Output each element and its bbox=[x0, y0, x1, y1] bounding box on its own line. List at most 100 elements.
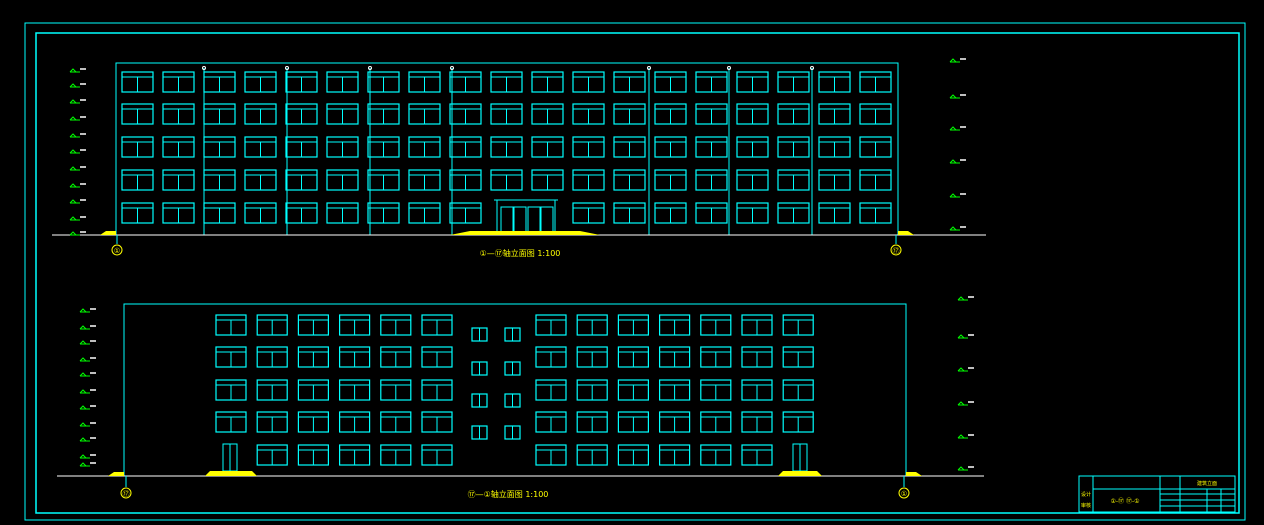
level-mark bbox=[69, 83, 86, 88]
bottom-stair-window bbox=[471, 393, 488, 408]
top-elevation-title: ①—⑰轴立面图 1:100 bbox=[480, 248, 561, 258]
top-window bbox=[736, 71, 769, 93]
level-mark bbox=[69, 68, 86, 73]
top-window bbox=[203, 202, 236, 224]
bottom-window bbox=[380, 444, 412, 466]
top-axis-right-label: ⑰ bbox=[893, 247, 900, 255]
bottom-window bbox=[256, 444, 288, 466]
top-window bbox=[408, 136, 441, 158]
bottom-window bbox=[617, 379, 650, 401]
bottom-window bbox=[339, 411, 371, 433]
top-window bbox=[121, 71, 154, 93]
top-ramp-left bbox=[100, 231, 116, 235]
top-window bbox=[777, 169, 810, 191]
top-window bbox=[777, 202, 810, 224]
bottom-window bbox=[741, 411, 773, 433]
bottom-window bbox=[297, 444, 329, 466]
top-window bbox=[736, 103, 769, 125]
bottom-window bbox=[339, 444, 371, 466]
top-window bbox=[285, 71, 318, 93]
top-window bbox=[408, 169, 441, 191]
top-window bbox=[326, 71, 359, 93]
top-window bbox=[859, 71, 892, 93]
top-window bbox=[859, 136, 892, 158]
bottom-window bbox=[700, 411, 732, 433]
top-window bbox=[613, 136, 646, 158]
top-window bbox=[490, 71, 523, 93]
cad-drawing-canvas: ① ⑰ ①—⑰轴立面图 1:100 ⑰ ① ⑰—①轴立面图 1:100 建筑立面… bbox=[24, 22, 1246, 521]
bottom-ramp-left bbox=[108, 472, 124, 476]
bottom-window bbox=[576, 444, 608, 466]
level-mark bbox=[69, 166, 86, 171]
bottom-window bbox=[576, 379, 608, 401]
bottom-stair-window bbox=[471, 425, 488, 440]
bottom-building-outline bbox=[123, 303, 907, 477]
top-window bbox=[203, 103, 236, 125]
bottom-window bbox=[256, 346, 288, 368]
bottom-window bbox=[576, 314, 608, 336]
top-window bbox=[449, 169, 482, 191]
bottom-window bbox=[535, 411, 567, 433]
top-window bbox=[408, 71, 441, 93]
bottom-stair-window bbox=[504, 425, 521, 440]
bottom-window bbox=[297, 346, 329, 368]
level-mark bbox=[79, 357, 96, 362]
bottom-window bbox=[421, 444, 453, 466]
level-mark bbox=[79, 422, 96, 427]
top-window bbox=[367, 202, 400, 224]
bottom-window bbox=[297, 379, 329, 401]
level-mark bbox=[79, 308, 96, 313]
bottom-elevation: ⑰ ① ⑰—①轴立面图 1:100 bbox=[57, 296, 984, 499]
bottom-window bbox=[215, 379, 247, 401]
top-window bbox=[162, 202, 195, 224]
bottom-window bbox=[380, 379, 412, 401]
level-mark bbox=[79, 405, 96, 410]
level-mark bbox=[79, 454, 96, 459]
bottom-window bbox=[658, 346, 691, 368]
top-window bbox=[326, 169, 359, 191]
top-window bbox=[244, 71, 277, 93]
bottom-window bbox=[741, 314, 773, 336]
top-window bbox=[859, 103, 892, 125]
bottom-window bbox=[658, 379, 691, 401]
top-window bbox=[285, 136, 318, 158]
top-window bbox=[326, 136, 359, 158]
level-mark bbox=[79, 372, 96, 377]
bottom-step-left bbox=[205, 471, 257, 476]
top-window bbox=[285, 103, 318, 125]
top-window bbox=[408, 202, 441, 224]
top-level-marks-left bbox=[69, 68, 86, 236]
top-window bbox=[490, 103, 523, 125]
bottom-window bbox=[297, 314, 329, 336]
top-window bbox=[572, 169, 605, 191]
top-window bbox=[777, 71, 810, 93]
top-window bbox=[162, 136, 195, 158]
level-mark bbox=[79, 325, 96, 330]
bottom-window bbox=[576, 346, 608, 368]
title-block: 建筑立面 ①-⑰ ⑰-① 设计 审核 bbox=[1078, 475, 1236, 513]
bottom-window bbox=[658, 444, 691, 466]
top-window bbox=[695, 202, 728, 224]
level-mark bbox=[949, 126, 966, 131]
bottom-window bbox=[339, 314, 371, 336]
bottom-stair-windows bbox=[471, 327, 521, 440]
bottom-window bbox=[658, 314, 691, 336]
top-window bbox=[859, 169, 892, 191]
top-window bbox=[859, 202, 892, 224]
sheet-inner-frame bbox=[35, 32, 1240, 514]
top-window bbox=[162, 103, 195, 125]
top-window bbox=[162, 169, 195, 191]
top-window bbox=[367, 71, 400, 93]
level-mark bbox=[949, 58, 966, 63]
top-pilaster bbox=[810, 66, 814, 235]
bottom-window bbox=[782, 346, 814, 368]
top-window bbox=[818, 169, 851, 191]
top-window bbox=[736, 202, 769, 224]
bottom-window bbox=[782, 314, 814, 336]
top-window bbox=[449, 103, 482, 125]
bottom-window bbox=[535, 346, 567, 368]
level-mark bbox=[957, 401, 974, 406]
top-entrance-steps bbox=[450, 231, 600, 235]
top-window bbox=[613, 202, 646, 224]
level-mark bbox=[69, 216, 86, 221]
